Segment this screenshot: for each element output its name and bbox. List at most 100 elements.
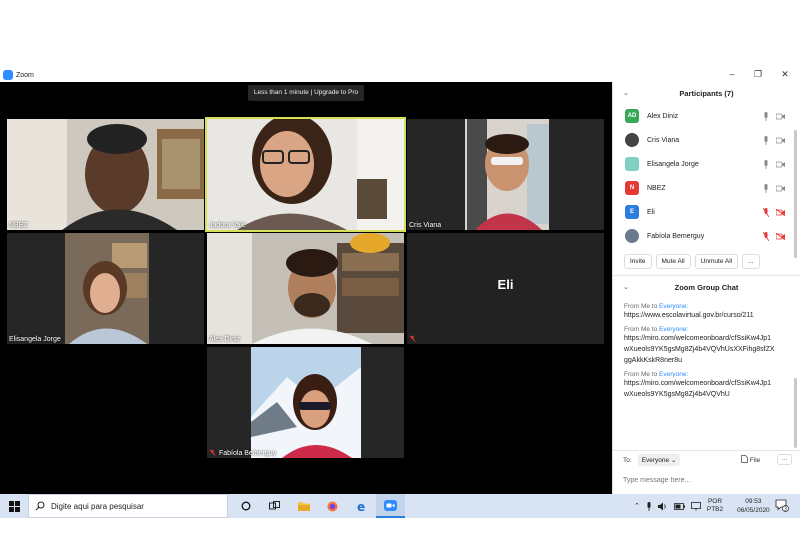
clock[interactable]: 09:53 06/05/2020 — [737, 497, 770, 515]
avatar — [625, 133, 639, 147]
start-button[interactable] — [0, 494, 28, 518]
svg-text:e: e — [357, 501, 365, 512]
participant-row[interactable]: Elisangela Jorge — [613, 152, 800, 176]
video-tile-eli[interactable]: Eli — [407, 233, 604, 344]
upgrade-banner[interactable]: Less than 1 minute | Upgrade to Pro — [248, 85, 364, 101]
invite-button[interactable]: Invite — [624, 254, 652, 269]
chat-messages: From Me to Everyone: https://www.escolav… — [613, 303, 800, 400]
chat-text[interactable]: https://miro.com/welcomeonboard/cfSsiKw4… — [624, 378, 776, 400]
title-bar: Zoom – ❐ ✕ — [0, 67, 800, 83]
tile-name-label: Alex Diniz — [209, 336, 241, 343]
mic-icon[interactable] — [763, 112, 769, 121]
chevron-down-icon[interactable]: ⌄ — [623, 89, 629, 97]
chat-meta: From Me to Everyone: — [624, 303, 776, 310]
chevron-down-icon[interactable]: ⌄ — [623, 283, 629, 291]
chat-message: From Me to Everyone: https://miro.com/we… — [624, 371, 776, 400]
chat-recipient: Everyone: — [659, 371, 689, 378]
camera-off-icon[interactable] — [776, 209, 785, 216]
battery-icon[interactable] — [673, 502, 685, 510]
tile-big-name: Eli — [497, 277, 514, 292]
network-icon[interactable] — [690, 501, 701, 511]
zoom-logo-icon — [3, 70, 13, 80]
cortana-button[interactable] — [231, 494, 260, 518]
task-view-icon — [269, 501, 280, 510]
chat-recipient-row: To: Everyone ⌄ File ··· — [613, 451, 800, 469]
participant-row[interactable]: N NBEZ — [613, 176, 800, 200]
chat-more-button[interactable]: ··· — [777, 454, 792, 465]
tile-name-label: Cris Viana — [409, 222, 442, 229]
participant-name: Alex Diniz — [647, 112, 679, 120]
camera-icon[interactable] — [776, 137, 785, 144]
participants-header[interactable]: ⌄ Participants (7) — [613, 82, 800, 104]
video-feed — [207, 347, 404, 458]
recipient-dropdown[interactable]: Everyone ⌄ — [637, 454, 681, 466]
camera-off-icon[interactable] — [776, 233, 785, 240]
chat-header[interactable]: ⌄ Zoom Group Chat — [613, 276, 800, 298]
avatar — [625, 157, 639, 171]
maximize-button[interactable]: ❐ — [750, 69, 766, 80]
task-view-button[interactable] — [260, 494, 289, 518]
muted-mic-icon — [209, 449, 216, 456]
zoom-taskbar-button[interactable] — [376, 494, 405, 518]
notification-center-button[interactable]: 3 — [775, 499, 789, 513]
microphone-tray-icon[interactable] — [646, 501, 652, 511]
language-indicator[interactable]: POR PTB2 — [707, 498, 723, 514]
chat-text[interactable]: https://www.escolavirtual.gov.br/curso/2… — [624, 310, 776, 321]
tile-name-label: NBEZ — [9, 222, 28, 229]
clock-date: 06/05/2020 — [737, 507, 770, 514]
muted-mic-icon[interactable] — [763, 208, 769, 217]
taskbar-search[interactable]: Digite aqui para pesquisar — [28, 494, 228, 518]
clock-time: 09:53 — [745, 498, 762, 505]
minimize-button[interactable]: – — [724, 69, 740, 79]
chat-compose: To: Everyone ⌄ File ··· — [613, 450, 800, 494]
participant-row[interactable]: AD Alex Diniz — [613, 104, 800, 128]
camera-icon[interactable] — [776, 113, 785, 120]
chat-scrollbar[interactable] — [794, 378, 797, 448]
participant-name: Fabíola Bemerguy — [647, 232, 705, 240]
mic-icon[interactable] — [763, 160, 769, 169]
chat-text[interactable]: https://miro.com/welcomeonboard/cfSsiKw4… — [624, 333, 776, 366]
participant-row[interactable]: Fabíola Bemerguy — [613, 224, 800, 248]
chat-message-input[interactable] — [623, 477, 791, 484]
firefox-icon — [327, 501, 338, 511]
video-tile-fabiola-bemerguy[interactable]: Fabíola Bemerguy — [207, 347, 404, 458]
camera-icon[interactable] — [776, 185, 785, 192]
tile-name-label: Fabíola Bemerguy — [219, 450, 277, 457]
mic-icon[interactable] — [763, 136, 769, 145]
unmute-all-button[interactable]: Unmute All — [694, 254, 739, 269]
chat-title: Zoom Group Chat — [674, 282, 739, 292]
file-button[interactable]: File — [741, 455, 760, 464]
chevron-up-icon[interactable]: ⌃ — [634, 502, 640, 510]
participants-list: AD Alex Diniz Cris Viana Elisangela Jorg… — [613, 104, 800, 248]
close-button[interactable]: ✕ — [777, 69, 793, 80]
video-tile-alex-diniz[interactable]: Alex Diniz — [207, 233, 404, 344]
video-tile-cris-viana[interactable]: Cris Viana — [407, 119, 604, 230]
chat-message: From Me to Everyone: https://miro.com/we… — [624, 326, 776, 366]
video-tile-nbez[interactable]: NBEZ — [7, 119, 204, 230]
chat-meta: From Me to Everyone: — [624, 326, 776, 333]
participant-row[interactable]: Cris Viana — [613, 128, 800, 152]
participants-title: Participants (7) — [679, 88, 734, 98]
camera-icon[interactable] — [776, 161, 785, 168]
video-tile-jadora-vale[interactable]: Jadora Vale — [205, 117, 406, 232]
mute-all-button[interactable]: Mute All — [655, 254, 691, 269]
participants-scrollbar[interactable] — [794, 130, 797, 258]
mic-icon[interactable] — [763, 184, 769, 193]
video-feed — [207, 233, 404, 344]
muted-mic-icon[interactable] — [763, 232, 769, 241]
firefox-button[interactable] — [318, 494, 347, 518]
muted-mic-icon — [409, 335, 416, 342]
volume-icon[interactable] — [657, 502, 668, 511]
more-options-button[interactable]: ... — [742, 254, 760, 269]
edge-button[interactable]: e — [347, 494, 376, 518]
chat-sender: From Me to — [624, 303, 660, 310]
participant-row[interactable]: E Eli — [613, 200, 800, 224]
file-explorer-button[interactable] — [289, 494, 318, 518]
video-feed — [207, 119, 404, 230]
video-tile-elisangela-jorge[interactable]: Elisangela Jorge — [7, 233, 204, 344]
lang-bottom: PTB2 — [706, 506, 724, 513]
video-gallery: Less than 1 minute | Upgrade to Pro NBEZ — [0, 82, 612, 494]
video-feed — [7, 233, 204, 344]
notification-count: 3 — [784, 507, 787, 513]
video-feed — [407, 119, 604, 230]
